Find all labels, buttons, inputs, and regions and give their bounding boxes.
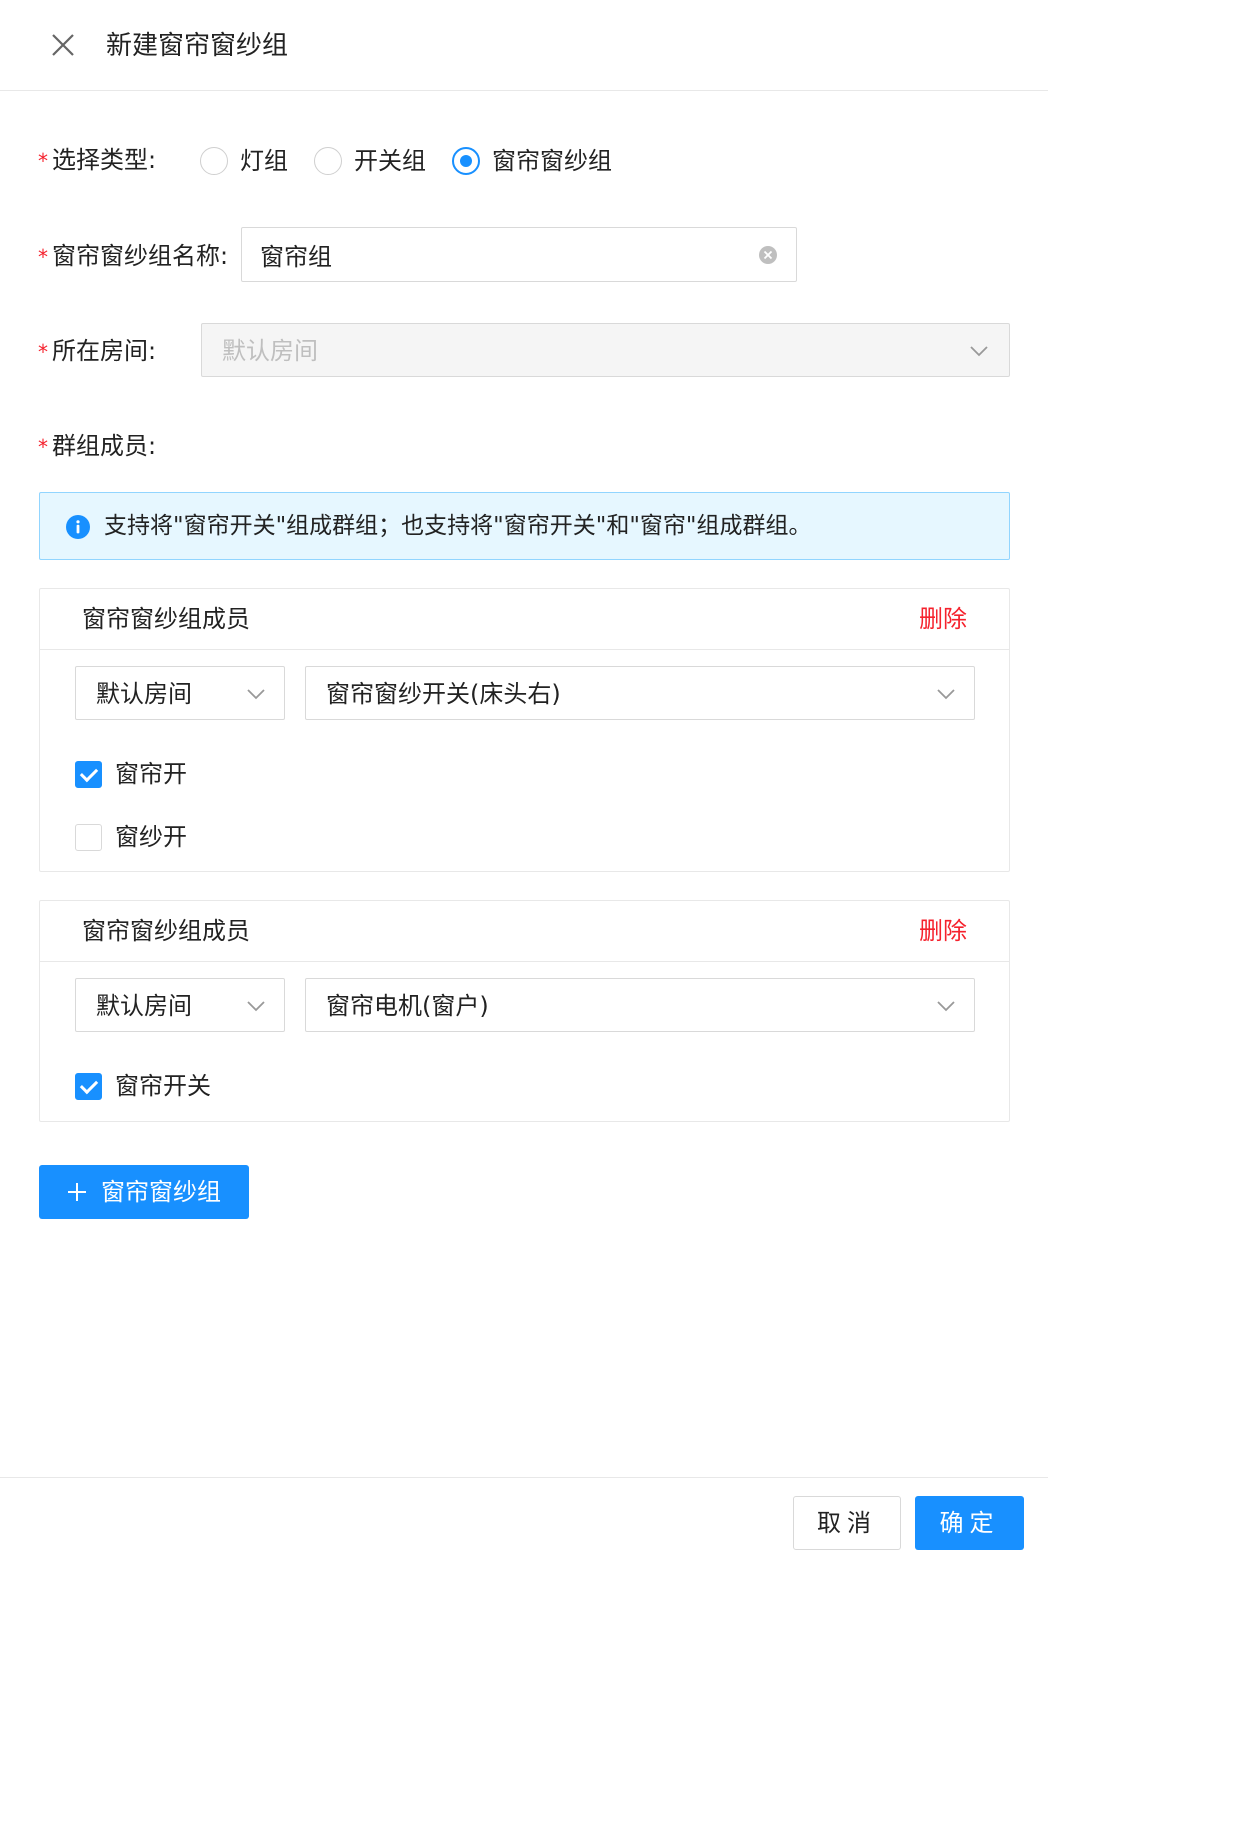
member-card-header: 窗帘窗纱组成员 删除 [40,589,1009,650]
radio-label: 窗帘窗纱组 [492,147,612,175]
member-card-title: 窗帘窗纱组成员 [82,605,250,633]
delete-member-button[interactable]: 删除 [919,602,967,636]
dialog-title: 新建窗帘窗纱组 [106,31,289,61]
type-radio-group: 灯组 开关组 窗帘窗纱组 [200,143,638,179]
required-mark: * [38,149,48,173]
group-name-input[interactable] [260,228,740,281]
chevron-down-icon [970,346,988,357]
chevron-down-icon [247,689,265,700]
radio-label: 灯组 [240,147,288,175]
room-label-text: 所在房间: [52,337,157,365]
radio-button[interactable] [314,147,342,175]
radio-switch-group[interactable]: 开关组 [314,144,426,178]
radio-curtain-group[interactable]: 窗帘窗纱组 [452,144,612,178]
member-device-select[interactable]: 窗帘窗纱开关(床头右) [305,666,975,720]
checkbox-sheer-open[interactable]: 窗纱开 [75,822,187,852]
info-alert: 支持将"窗帘开关"组成群组；也支持将"窗帘开关"和"窗帘"组成群组。 [39,492,1010,560]
member-device-value: 窗帘电机(窗户) [326,992,489,1020]
checkbox-curtain-open[interactable]: 窗帘开 [75,759,187,789]
add-curtain-group-button[interactable]: 窗帘窗纱组 [39,1165,249,1219]
radio-button[interactable] [200,147,228,175]
required-mark: * [38,435,48,459]
add-button-label: 窗帘窗纱组 [101,1178,221,1206]
checkbox-checked[interactable] [75,1072,102,1100]
room-label: * 所在房间: [38,334,156,369]
name-label: * 窗帘窗纱组名称: [38,239,228,274]
chevron-down-icon [937,689,955,700]
checkbox-curtain-switch[interactable]: 窗帘开关 [75,1071,211,1101]
member-device-select[interactable]: 窗帘电机(窗户) [305,978,975,1032]
dialog-footer: 取消 确定 [0,1477,1048,1568]
required-mark: * [38,245,48,269]
member-room-select[interactable]: 默认房间 [75,978,285,1032]
close-icon[interactable] [48,30,78,60]
member-card-title: 窗帘窗纱组成员 [82,917,250,945]
member-room-select[interactable]: 默认房间 [75,666,285,720]
checkbox-label: 窗帘开 [115,760,187,788]
type-label-text: 选择类型: [52,146,157,174]
alert-message: 支持将"窗帘开关"组成群组；也支持将"窗帘开关"和"窗帘"组成群组。 [104,513,812,539]
member-room-value: 默认房间 [96,680,192,708]
member-card: 窗帘窗纱组成员 删除 默认房间 窗帘电机(窗户) 窗帘开关 [39,900,1010,1122]
delete-member-button[interactable]: 删除 [919,914,967,948]
member-card-header: 窗帘窗纱组成员 删除 [40,901,1009,962]
radio-button-selected[interactable] [452,147,480,175]
member-room-value: 默认房间 [96,992,192,1020]
radio-label: 开关组 [354,147,426,175]
group-name-field[interactable] [241,227,797,282]
room-select: 默认房间 [201,323,1010,377]
members-label-text: 群组成员: [52,432,157,460]
checkbox-checked[interactable] [75,760,102,788]
name-label-text: 窗帘窗纱组名称: [52,242,229,270]
member-card: 窗帘窗纱组成员 删除 默认房间 窗帘窗纱开关(床头右) 窗帘开 窗纱开 [39,588,1010,872]
chevron-down-icon [937,1001,955,1012]
checkbox-label: 窗帘开关 [115,1072,211,1100]
member-device-value: 窗帘窗纱开关(床头右) [326,680,561,708]
confirm-button[interactable]: 确定 [915,1496,1024,1550]
cancel-button[interactable]: 取消 [793,1496,901,1550]
chevron-down-icon [247,1001,265,1012]
checkbox-label: 窗纱开 [115,823,187,851]
type-label: * 选择类型: [38,143,156,178]
radio-light-group[interactable]: 灯组 [200,144,288,178]
info-circle-icon [66,515,90,539]
members-label: * 群组成员: [38,429,156,464]
plus-icon [68,1183,86,1201]
clear-circle-icon[interactable] [758,245,778,265]
required-mark: * [38,340,48,364]
room-select-value: 默认房间 [222,337,318,365]
checkbox-unchecked[interactable] [75,823,102,851]
dialog-header: 新建窗帘窗纱组 [0,0,1048,91]
